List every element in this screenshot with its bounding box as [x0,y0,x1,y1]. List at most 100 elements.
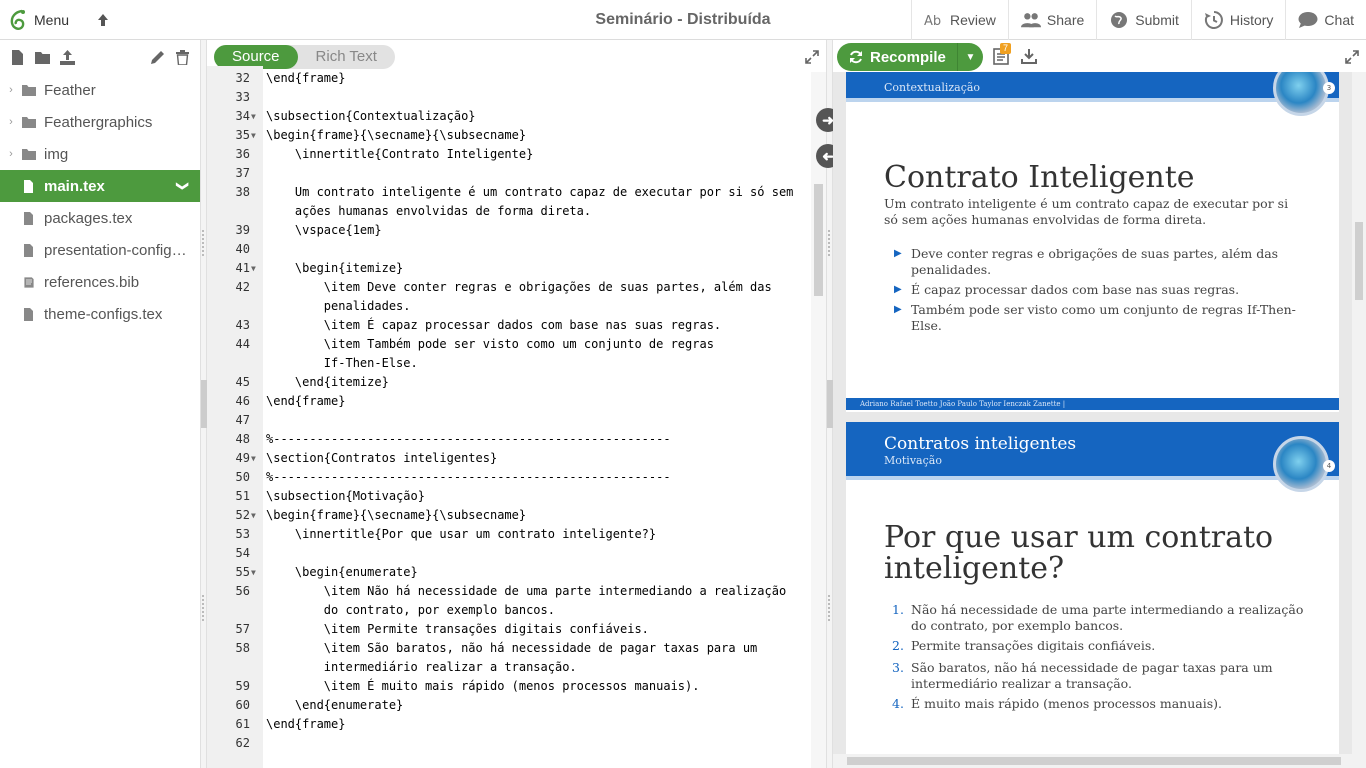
new-folder-icon[interactable] [35,50,50,65]
slide-4-subtitle: Motivação [884,454,942,467]
code-line[interactable]: 62 [207,734,811,753]
code-line[interactable]: 55 ▼ \begin{enumerate} [207,563,811,582]
fold-caret-icon[interactable]: ▼ [251,107,256,126]
rename-pencil-icon[interactable] [150,50,165,65]
code-line[interactable]: do contrato, por exemplo bancos. [207,601,811,620]
pdf-horizontal-scrollbar[interactable] [833,754,1352,768]
code-line[interactable]: 34 ▼ \subsection{Contextualização} [207,107,811,126]
code-line[interactable]: 59 \item É muito mais rápido (menos proc… [207,677,811,696]
fold-caret-icon[interactable]: ▼ [251,449,256,468]
fold-caret-icon[interactable]: ▼ [251,259,256,278]
code-line[interactable]: 47 [207,411,811,430]
review-button[interactable]: Ab Review [911,0,1008,40]
tree-file[interactable]: presentation-configs.tex [0,234,200,266]
tree-file[interactable]: packages.tex [0,202,200,234]
upload-icon[interactable] [60,49,75,65]
code-line[interactable]: 33 [207,88,811,107]
editor-scrollbar-thumb[interactable] [814,184,823,296]
code-line[interactable]: 60 \end{enumerate} [207,696,811,715]
users-icon [1020,13,1041,28]
submit-button[interactable]: Submit [1096,0,1191,40]
line-number: 62 [235,736,250,750]
review-icon: Ab [924,14,941,29]
download-pdf-icon[interactable] [1021,48,1037,64]
share-button[interactable]: Share [1007,0,1096,40]
fold-caret-icon[interactable]: ▼ [251,506,256,525]
slide-4-item-text: Permite transações digitais confiáveis. [911,638,1156,653]
tree-item-name: packages.tex [44,209,133,227]
tree-folder[interactable]: › Feather [0,74,200,106]
code-line[interactable]: 39 \vspace{1em} [207,221,811,240]
code-line[interactable]: 36 \innertitle{Contrato Inteligente} [207,145,811,164]
expand-pdf-icon[interactable] [1345,50,1359,64]
code-line[interactable]: penalidades. [207,297,811,316]
delete-trash-icon[interactable] [175,49,190,65]
tree-item-name: main.tex [44,177,105,195]
slide-3-intro: Um contrato inteligente é um contrato ca… [884,196,1289,227]
tree-file[interactable]: references.bib [0,266,200,298]
tree-folder[interactable]: › img [0,138,200,170]
chat-button[interactable]: Chat [1285,0,1366,40]
sidebar-resize-handle[interactable] [200,40,208,768]
code-line[interactable]: 44 \item Também pode ser visto como um c… [207,335,811,354]
back-to-projects-icon[interactable] [95,11,111,29]
tree-file[interactable]: main.tex ❯ [0,170,200,202]
code-line[interactable]: 32 \end{frame} [207,69,811,88]
code-line[interactable]: 37 [207,164,811,183]
code-line[interactable]: 42 \item Deve conter regras e obrigações… [207,278,811,297]
expand-editor-icon[interactable] [805,50,819,64]
code-line[interactable]: 52 ▼ \begin{frame}{\secname}{\subsecname} [207,506,811,525]
tree-item-name: theme-configs.tex [44,305,163,323]
code-line-text: \end{frame} [266,717,346,731]
code-line[interactable]: 56 \item Não há necessidade de uma parte… [207,582,811,601]
tree-file[interactable]: theme-configs.tex [0,298,200,330]
folder-icon [22,148,44,161]
code-line[interactable]: 51 \subsection{Motivação} [207,487,811,506]
code-line[interactable]: 45 \end{itemize} [207,373,811,392]
code-line[interactable]: 46 \end{frame} [207,392,811,411]
chevron-right-icon[interactable]: › [0,116,22,128]
fold-caret-icon[interactable]: ▼ [251,126,256,145]
code-line[interactable]: 53 \innertitle{Por que usar um contrato … [207,525,811,544]
slide-header-bar: Contratos inteligentes Motivação [846,422,1339,476]
pdf-vertical-scrollbar[interactable] [1352,72,1366,768]
code-line[interactable]: 48 %-------------------------------------… [207,430,811,449]
line-number: 33 [235,90,250,104]
code-editor[interactable]: 32 \end{frame} 33 34 ▼ \subsection{Contextual… [207,66,811,768]
code-line-text: \section{Contratos inteligentes} [266,451,498,465]
code-line[interactable]: 38 Um contrato inteligente é um contrato… [207,183,811,202]
code-line-text: intermediário realizar a transação. [266,660,577,674]
menu-button[interactable]: Menu [8,0,69,40]
tree-item-name: Feather [44,81,96,99]
chevron-right-icon[interactable]: › [0,148,22,160]
code-line[interactable]: 49 ▼ \section{Contratos inteligentes} [207,449,811,468]
history-button[interactable]: History [1190,0,1286,40]
code-line[interactable]: 54 [207,544,811,563]
pdf-preview[interactable]: Contextualização 3 Contrato Inteligente … [833,72,1366,768]
code-line[interactable]: 61 \end{frame} [207,715,811,734]
code-line[interactable]: 40 [207,240,811,259]
code-line[interactable]: intermediário realizar a transação. [207,658,811,677]
fold-caret-icon[interactable]: ▼ [251,563,256,582]
code-line[interactable]: If-Then-Else. [207,354,811,373]
tree-folder[interactable]: › Feathergraphics [0,106,200,138]
code-line[interactable]: 41 ▼ \begin{itemize} [207,259,811,278]
code-line[interactable]: 58 \item São baratos, não há necessidade… [207,639,811,658]
recompile-options-dropdown[interactable]: ▼ [957,43,983,71]
code-line[interactable]: 50 %-------------------------------------… [207,468,811,487]
code-line-text: ações humanas envolvidas de forma direta… [266,204,592,218]
pdf-scrollbar-thumb[interactable] [1355,222,1363,300]
chevron-down-icon[interactable]: ❯ [176,181,190,191]
code-line-text: \innertitle{Por que usar um contrato int… [266,527,657,541]
line-number: 39 [235,223,250,237]
code-line[interactable]: 57 \item Permite transações digitais con… [207,620,811,639]
recompile-button[interactable]: Recompile ▼ [837,43,983,71]
item-number: 1. [892,602,904,617]
chevron-right-icon[interactable]: › [0,84,22,96]
code-line[interactable]: 43 \item É capaz processar dados com bas… [207,316,811,335]
code-line[interactable]: 35 ▼ \begin{frame}{\secname}{\subsecname} [207,126,811,145]
history-label: History [1229,12,1274,28]
editor-scrollbar[interactable] [811,72,827,768]
new-file-icon[interactable] [10,49,25,65]
code-line[interactable]: ações humanas envolvidas de forma direta… [207,202,811,221]
